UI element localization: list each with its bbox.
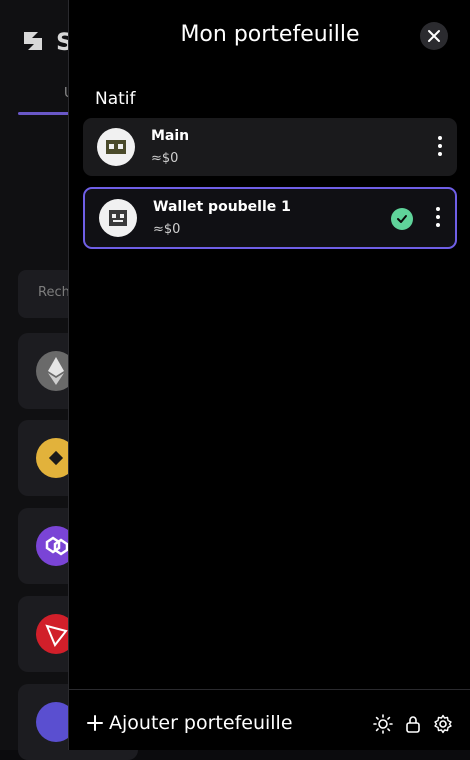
lock-icon[interactable] [403, 714, 423, 734]
close-icon [428, 30, 440, 42]
wallet-balance: ≈$0 [153, 222, 181, 237]
close-button[interactable] [420, 22, 448, 50]
more-vertical-icon[interactable] [435, 207, 441, 229]
wallet-panel: Mon portefeuille Natif Main ≈$0 Wallet p… [68, 0, 470, 750]
panel-footer: Ajouter portefeuille [69, 689, 470, 751]
more-vertical-icon[interactable] [437, 136, 443, 158]
add-wallet-button[interactable]: Ajouter portefeuille [87, 712, 293, 734]
app-logo-icon [24, 32, 42, 50]
section-label: Natif [95, 89, 136, 109]
plus-icon [87, 715, 103, 731]
panel-title: Mon portefeuille [180, 22, 360, 47]
check-icon [391, 208, 413, 230]
wallet-name: Main [151, 128, 190, 144]
wallet-balance: ≈$0 [151, 151, 179, 166]
wallet-avatar [99, 199, 137, 237]
wallet-name: Wallet poubelle 1 [153, 199, 291, 215]
sun-icon[interactable] [373, 714, 393, 734]
search-placeholder: Rech [38, 285, 70, 300]
wallet-avatar [97, 128, 135, 166]
gear-icon[interactable] [433, 714, 453, 734]
wallet-item-selected[interactable]: Wallet poubelle 1 ≈$0 [83, 187, 457, 249]
add-wallet-label: Ajouter portefeuille [109, 712, 293, 734]
wallet-item-main[interactable]: Main ≈$0 [83, 118, 457, 176]
